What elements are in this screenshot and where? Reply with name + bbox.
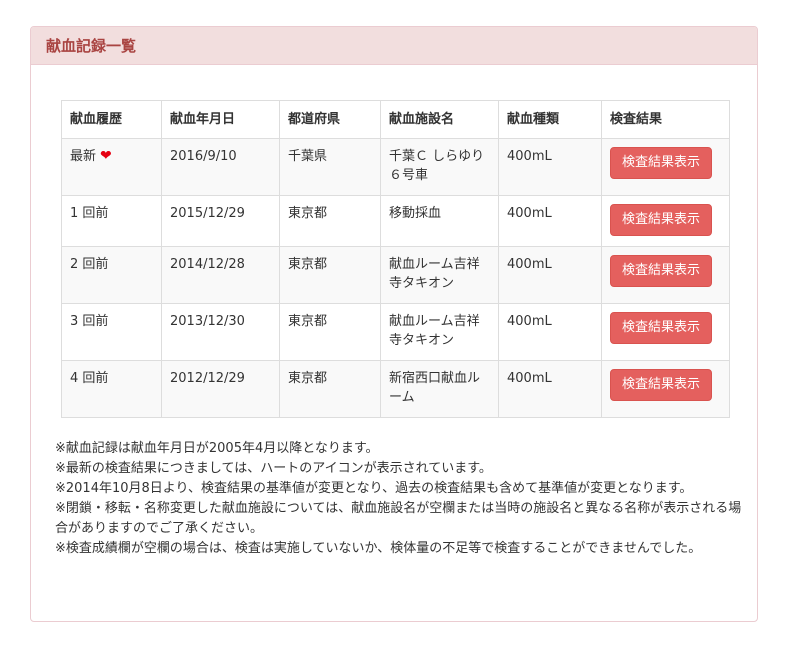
prefecture-cell: 東京都 xyxy=(279,303,381,361)
show-result-button[interactable]: 検査結果表示 xyxy=(610,204,713,236)
result-cell: 検査結果表示 xyxy=(601,303,730,361)
header-prefecture: 都道府県 xyxy=(279,100,381,139)
facility-cell: 献血ルーム吉祥寺タキオン xyxy=(380,246,499,304)
header-facility: 献血施設名 xyxy=(380,100,499,139)
prefecture-cell: 東京都 xyxy=(279,246,381,304)
result-cell: 検査結果表示 xyxy=(601,360,730,418)
show-result-button[interactable]: 検査結果表示 xyxy=(610,255,713,287)
type-cell: 400mL xyxy=(498,360,602,418)
table-row: 2 回前 2014/12/28 東京都 献血ルーム吉祥寺タキオン 400mL 検… xyxy=(61,246,730,304)
prefecture-cell: 東京都 xyxy=(279,195,381,247)
date-cell: 2015/12/29 xyxy=(161,195,280,247)
header-date: 献血年月日 xyxy=(161,100,280,139)
facility-cell: 献血ルーム吉祥寺タキオン xyxy=(380,303,499,361)
note-item: ※検査成績欄が空欄の場合は、検査は実施していないか、検体量の不足等で検査すること… xyxy=(55,541,702,556)
date-cell: 2012/12/29 xyxy=(161,360,280,418)
panel-heading: 献血記録一覧 xyxy=(31,27,757,65)
header-history: 献血履歴 xyxy=(61,100,162,139)
result-cell: 検査結果表示 xyxy=(601,138,730,196)
facility-cell: 千葉Ｃ しらゆり６号車 xyxy=(380,138,499,196)
history-cell: 最新 ❤ xyxy=(61,138,162,196)
result-cell: 検査結果表示 xyxy=(601,246,730,304)
notes: ※献血記録は献血年月日が2005年4月以降となります。 ※最新の検査結果につきま… xyxy=(55,439,745,559)
table-row: 4 回前 2012/12/29 東京都 新宿西口献血ルーム 400mL 検査結果… xyxy=(61,360,730,418)
heart-icon: ❤ xyxy=(100,148,112,164)
show-result-button[interactable]: 検査結果表示 xyxy=(610,369,713,401)
type-cell: 400mL xyxy=(498,246,602,304)
note-item: ※献血記録は献血年月日が2005年4月以降となります。 xyxy=(55,441,379,456)
show-result-button[interactable]: 検査結果表示 xyxy=(610,312,713,344)
facility-cell: 移動採血 xyxy=(380,195,499,247)
history-cell: 2 回前 xyxy=(61,246,162,304)
table-header-row: 献血履歴 献血年月日 都道府県 献血施設名 献血種類 検査結果 xyxy=(61,100,730,139)
history-cell: 1 回前 xyxy=(61,195,162,247)
type-cell: 400mL xyxy=(498,138,602,196)
history-cell: 4 回前 xyxy=(61,360,162,418)
history-cell: 3 回前 xyxy=(61,303,162,361)
header-result: 検査結果 xyxy=(601,100,730,139)
header-type: 献血種類 xyxy=(498,100,602,139)
note-item: ※最新の検査結果につきましては、ハートのアイコンが表示されています。 xyxy=(55,461,492,476)
prefecture-cell: 千葉県 xyxy=(279,138,381,196)
date-cell: 2016/9/10 xyxy=(161,138,280,196)
donation-records-panel: 献血記録一覧 献血履歴 献血年月日 都道府県 献血施設名 献血種類 検査結果 最… xyxy=(30,26,758,622)
panel-title: 献血記録一覧 xyxy=(46,37,137,55)
date-cell: 2014/12/28 xyxy=(161,246,280,304)
type-cell: 400mL xyxy=(498,195,602,247)
table-row: 1 回前 2015/12/29 東京都 移動採血 400mL 検査結果表示 xyxy=(61,195,730,247)
donation-records-table: 献血履歴 献血年月日 都道府県 献血施設名 献血種類 検査結果 最新 ❤ 2016… xyxy=(61,100,730,418)
note-item: ※閉鎖・移転・名称変更した献血施設については、献血施設名が空欄または当時の施設名… xyxy=(55,501,742,536)
result-cell: 検査結果表示 xyxy=(601,195,730,247)
show-result-button[interactable]: 検査結果表示 xyxy=(610,147,713,179)
table-row: 3 回前 2013/12/30 東京都 献血ルーム吉祥寺タキオン 400mL 検… xyxy=(61,303,730,361)
date-cell: 2013/12/30 xyxy=(161,303,280,361)
table-row: 最新 ❤ 2016/9/10 千葉県 千葉Ｃ しらゆり６号車 400mL 検査結果… xyxy=(61,138,730,196)
history-label: 最新 xyxy=(70,149,97,164)
note-item: ※2014年10月8日より、検査結果の基準値が変更となり、過去の検査結果も含めて… xyxy=(55,481,693,496)
prefecture-cell: 東京都 xyxy=(279,360,381,418)
facility-cell: 新宿西口献血ルーム xyxy=(380,360,499,418)
type-cell: 400mL xyxy=(498,303,602,361)
